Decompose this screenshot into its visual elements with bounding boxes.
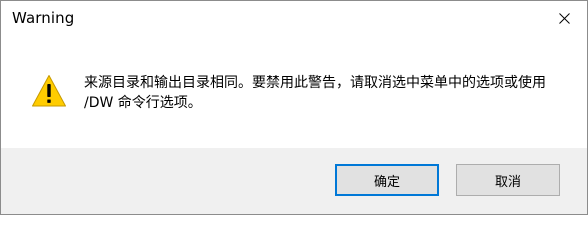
cancel-button[interactable]: 取消 (456, 164, 560, 196)
title-bar: Warning (1, 1, 587, 35)
button-bar: 确定 取消 (1, 148, 587, 214)
close-button[interactable] (541, 1, 587, 35)
message-line-1: 来源目录和输出目录相同。要禁用此警告，请取消选中菜单中的选项或使用 (84, 75, 546, 91)
ok-button[interactable]: 确定 (335, 164, 439, 196)
dialog-content: 来源目录和输出目录相同。要禁用此警告，请取消选中菜单中的选项或使用 /DW 命令… (1, 35, 587, 148)
close-icon (559, 13, 570, 24)
window-title: Warning (12, 9, 75, 27)
warning-message: 来源目录和输出目录相同。要禁用此警告，请取消选中菜单中的选项或使用 /DW 命令… (84, 73, 554, 113)
message-line-2: /DW 命令行选项。 (84, 95, 202, 111)
warning-icon (32, 75, 66, 107)
warning-dialog: Warning 来源目录和输出目录相同。要禁用此警告，请取消选中菜单中的选项或使… (0, 0, 588, 215)
